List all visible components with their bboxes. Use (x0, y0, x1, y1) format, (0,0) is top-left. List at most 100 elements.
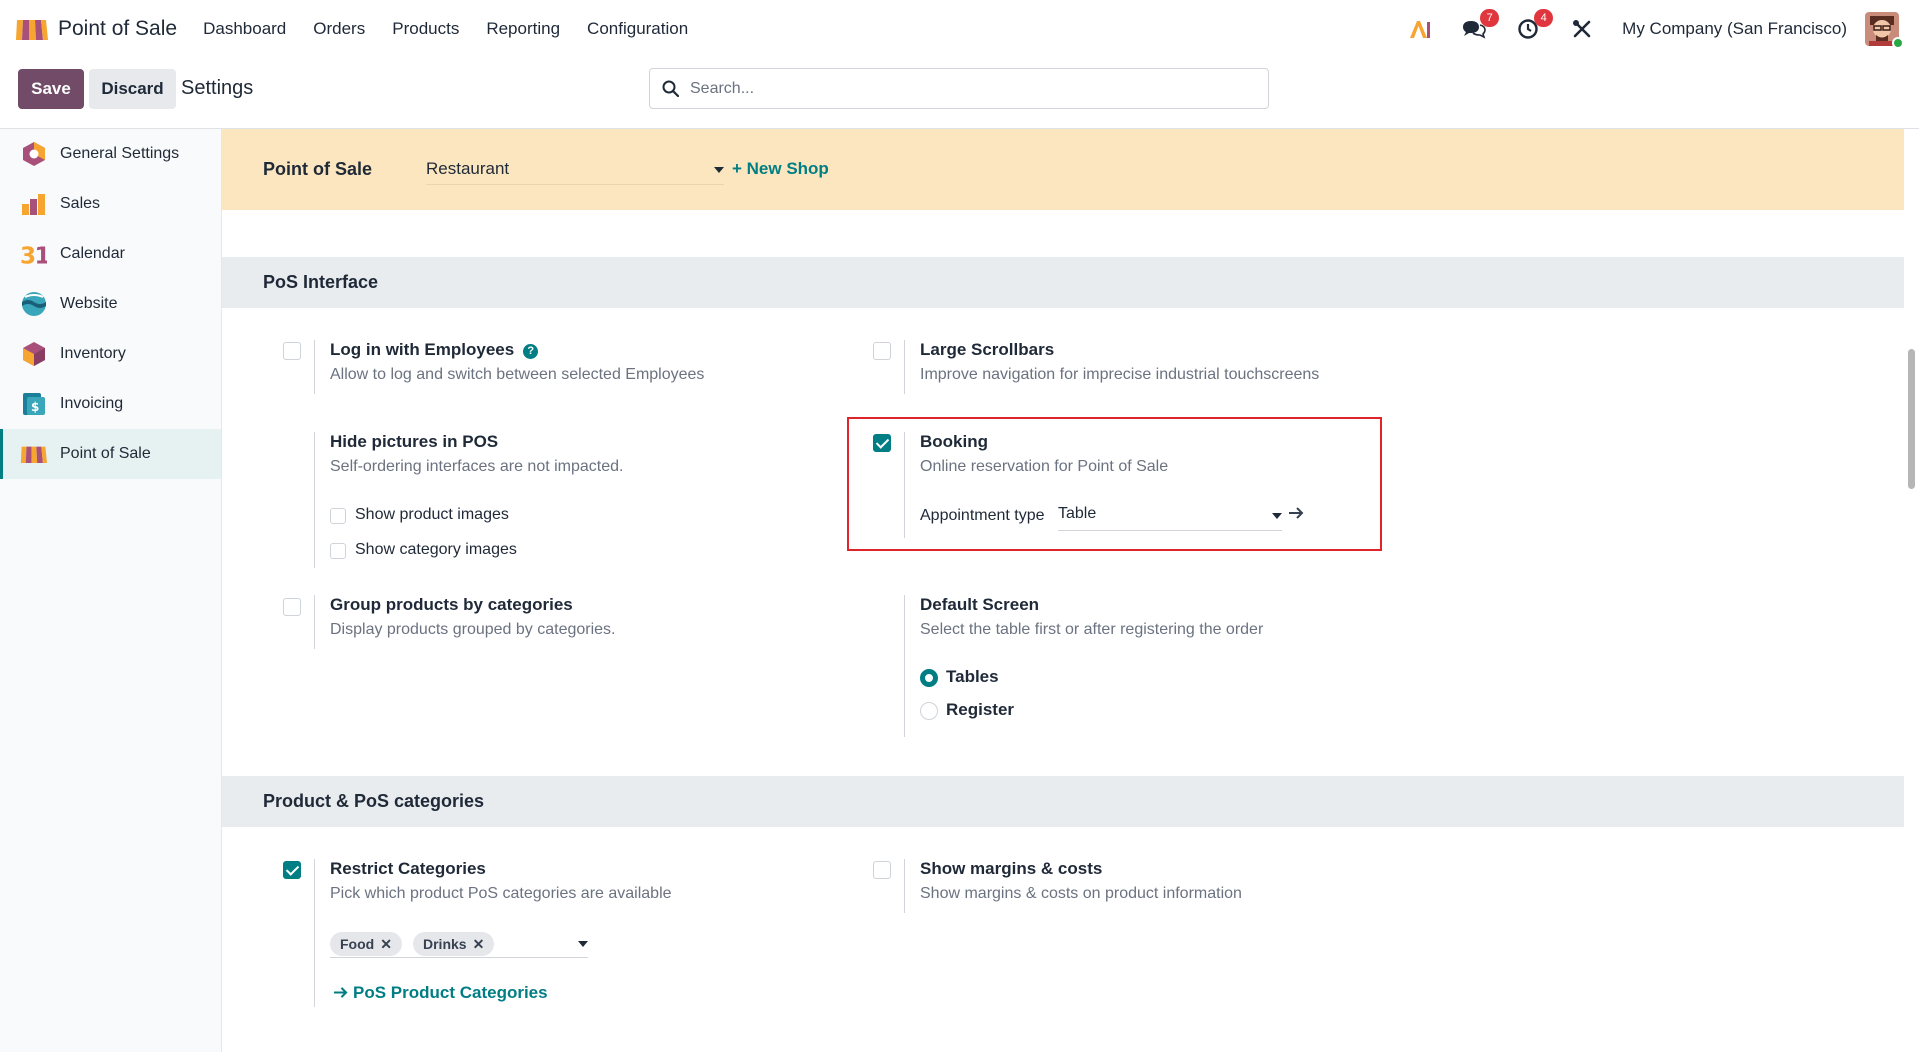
help-icon[interactable]: ? (523, 343, 539, 359)
setting-title: Large Scrollbars (920, 340, 1055, 359)
setting-description: Online reservation for Point of Sale (920, 458, 1169, 475)
setting-title: Show margins & costs (920, 859, 1103, 878)
discard-button[interactable]: Discard (89, 69, 176, 109)
radio-tables-label: Tables (946, 667, 999, 686)
systray: 7 4 My Company (San Francisco) (1380, 0, 1904, 58)
large-scrollbars-checkbox[interactable] (873, 342, 891, 360)
group-products-checkbox[interactable] (283, 598, 301, 616)
menu-reporting[interactable]: Reporting (486, 19, 560, 39)
setting-description: Display products grouped by categories. (330, 621, 616, 638)
internal-link-arrow-icon[interactable] (1288, 506, 1304, 525)
new-shop-button[interactable]: + New Shop (732, 159, 829, 179)
general-settings-icon (20, 141, 47, 168)
search-icon (662, 80, 679, 97)
pos-shop-select[interactable]: Restaurant (426, 159, 724, 185)
setting-divider (314, 340, 315, 394)
setting-log-in-employees: Log in with Employees? Allow to log and … (314, 340, 834, 394)
setting-divider (904, 340, 905, 394)
setting-divider (904, 859, 905, 913)
menu-orders[interactable]: Orders (313, 19, 365, 39)
tag-food: Food ✕ (330, 932, 402, 956)
point-of-sale-icon (16, 20, 48, 40)
setting-description: Self-ordering interfaces are not impacte… (330, 458, 624, 475)
setting-large-scrollbars: Large Scrollbars Improve navigation for … (904, 340, 1424, 394)
arrow-right-icon (334, 987, 348, 998)
svg-text:$: $ (31, 400, 39, 414)
appointment-type-value: Table (1058, 505, 1097, 522)
tag-remove-icon[interactable]: ✕ (473, 936, 485, 953)
radio-tables[interactable] (920, 669, 938, 687)
pos-selector-label: Point of Sale (263, 159, 373, 179)
control-panel: Save Discard Settings (0, 58, 1919, 129)
tag-label: Drinks (423, 936, 467, 952)
app-name: Point of Sale (58, 17, 178, 40)
restrict-categories-checkbox[interactable] (283, 861, 301, 879)
company-switcher[interactable]: My Company (San Francisco) (1622, 19, 1847, 39)
scrollbar-thumb[interactable] (1908, 349, 1915, 489)
settings-content: Point of Sale Restaurant + New Shop PoS … (222, 129, 1904, 1052)
svg-text:1: 1 (34, 244, 47, 267)
sidebar-item-invoicing[interactable]: $ Invoicing (0, 379, 221, 429)
menu-configuration[interactable]: Configuration (587, 19, 688, 39)
tag-drinks: Drinks ✕ (413, 932, 495, 956)
appointment-type-select[interactable]: Table (1058, 505, 1282, 531)
show-category-images-label: Show category images (355, 541, 517, 558)
appointment-type-label: Appointment type (920, 507, 1045, 524)
sales-icon (20, 191, 47, 218)
pos-shop-value: Restaurant (426, 159, 510, 178)
sidebar-item-label: General Settings (60, 145, 180, 162)
invoicing-icon: $ (20, 391, 47, 418)
inventory-icon (20, 341, 47, 368)
sidebar-item-inventory[interactable]: Inventory (0, 329, 221, 379)
search-bar (649, 68, 1269, 109)
setting-divider (314, 859, 315, 1007)
setting-title: Group products by categories (330, 595, 573, 614)
setting-description: Select the table first or after register… (920, 621, 1264, 638)
sidebar-item-calendar[interactable]: 3 1 Calendar (0, 229, 221, 279)
radio-register-label: Register (946, 700, 1015, 719)
user-avatar[interactable] (1865, 12, 1904, 49)
page-title: Settings (181, 77, 254, 99)
setting-title-text: Log in with Employees (330, 340, 515, 359)
point-of-sale-icon (20, 441, 47, 468)
setting-title: Log in with Employees? (330, 340, 539, 360)
section-pos-interface: PoS Interface (222, 257, 1904, 308)
setting-description: Show margins & costs on product informat… (920, 885, 1242, 902)
pos-product-categories-link[interactable]: PoS Product Categories (333, 983, 548, 1003)
main-menu: Dashboard Orders Products Reporting Conf… (203, 19, 715, 39)
menu-dashboard[interactable]: Dashboard (203, 19, 286, 39)
search-input[interactable] (690, 79, 1250, 98)
show-product-images-checkbox[interactable] (330, 508, 346, 524)
menu-products[interactable]: Products (392, 19, 459, 39)
activities-badge: 4 (1534, 9, 1554, 27)
setting-divider (314, 595, 315, 649)
setting-description: Allow to log and switch between selected… (330, 366, 705, 383)
setting-divider (314, 432, 315, 568)
tag-label: Food (340, 936, 375, 952)
setting-divider (904, 595, 905, 737)
sidebar-item-website[interactable]: Website (0, 279, 221, 329)
show-margins-checkbox[interactable] (873, 861, 891, 879)
ai-icon[interactable] (1406, 15, 1434, 43)
sidebar-item-label: Inventory (60, 345, 126, 362)
tag-remove-icon[interactable]: ✕ (380, 936, 392, 953)
radio-register[interactable] (920, 702, 938, 720)
sidebar-item-general-settings[interactable]: General Settings (0, 129, 221, 179)
booking-checkbox[interactable] (873, 434, 891, 452)
sidebar-item-label: Invoicing (60, 395, 124, 412)
calendar-icon: 3 1 (20, 241, 47, 268)
show-category-images-checkbox[interactable] (330, 543, 346, 559)
setting-description: Improve navigation for imprecise industr… (920, 366, 1320, 383)
app-brand[interactable]: Point of Sale (15, 16, 177, 42)
sidebar-item-point-of-sale[interactable]: Point of Sale (0, 429, 221, 479)
sidebar-item-sales[interactable]: Sales (0, 179, 221, 229)
content-scrollbar[interactable] (1904, 129, 1919, 1052)
website-icon (20, 291, 47, 318)
activities-clock-icon[interactable]: 4 (1514, 9, 1554, 43)
log-in-employees-checkbox[interactable] (283, 342, 301, 360)
setting-title: Booking (920, 432, 988, 451)
debug-tools-icon[interactable] (1568, 15, 1596, 43)
save-button[interactable]: Save (18, 69, 84, 109)
link-label: PoS Product Categories (353, 983, 548, 1002)
messages-icon[interactable]: 7 (1460, 9, 1500, 43)
